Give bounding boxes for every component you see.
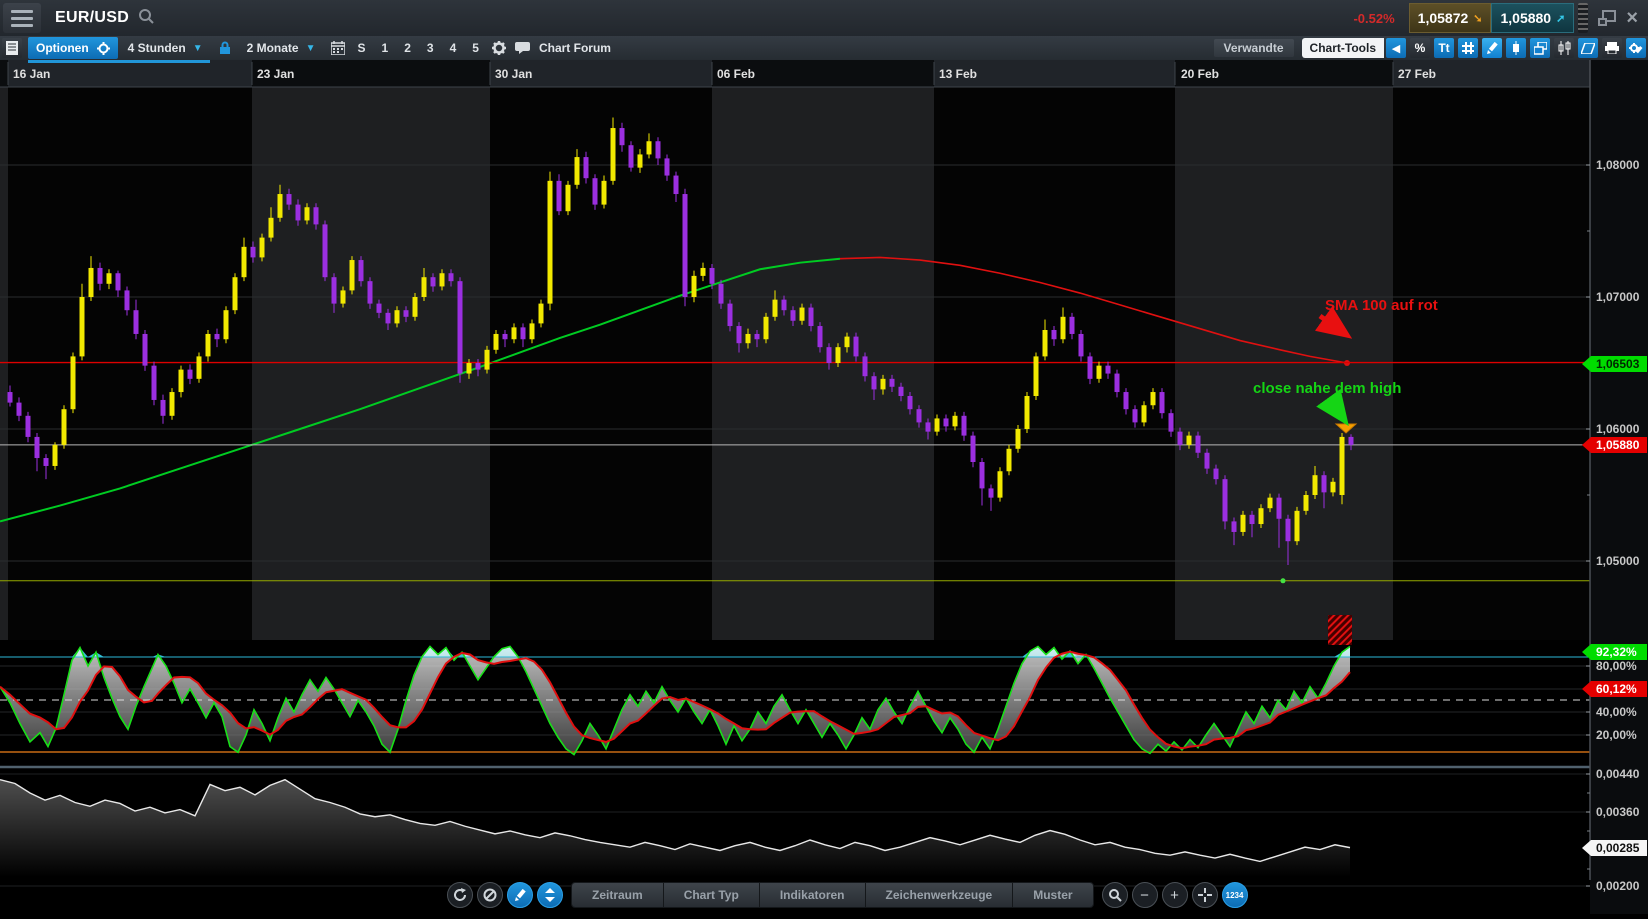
chart-panel: 16 Jan 23 Jan 30 Jan 06 Feb 13 Feb 20 Feb 27 F… bbox=[0, 60, 1648, 914]
interval-value: 4 Stunden bbox=[128, 41, 186, 55]
menu-icon[interactable] bbox=[3, 3, 41, 33]
week-bands bbox=[0, 60, 1590, 914]
range-dropdown[interactable]: 2 Monate ▼ bbox=[237, 41, 326, 55]
gear-icon[interactable] bbox=[489, 38, 509, 58]
period-S-button[interactable]: S bbox=[350, 41, 374, 55]
percent-icon[interactable]: % bbox=[1410, 38, 1430, 58]
sell-price-button[interactable]: 1,05872 ➘ bbox=[1409, 3, 1492, 33]
lock-icon[interactable] bbox=[215, 38, 235, 58]
sell-arrow-icon: ➘ bbox=[1473, 12, 1482, 25]
candle-type-icon[interactable] bbox=[1506, 38, 1526, 58]
price-axis: 1,08000 1,07000 1,06000 1,05000 80,00% 40,00%… bbox=[1582, 60, 1648, 914]
muster-button[interactable]: Muster bbox=[1013, 883, 1092, 907]
zoom-icon[interactable] bbox=[1102, 882, 1128, 908]
crosshair-icon[interactable] bbox=[1192, 882, 1218, 908]
chart-canvas[interactable]: 16 Jan 23 Jan 30 Jan 06 Feb 13 Feb 20 Feb 27 F… bbox=[0, 60, 1648, 914]
text-tool-icon[interactable]: Tt bbox=[1434, 38, 1454, 58]
related-button[interactable]: Verwandte bbox=[1214, 39, 1294, 57]
zoom-in-icon[interactable]: + bbox=[1162, 882, 1188, 908]
svg-text:0,00285: 0,00285 bbox=[1596, 841, 1640, 855]
period-5-button[interactable]: 5 bbox=[464, 41, 487, 55]
chart-bottom-toolbar: Zeitraum Chart Typ Indikatoren Zeichenwe… bbox=[447, 880, 1248, 910]
interval-dropdown[interactable]: 4 Stunden ▼ bbox=[118, 41, 213, 55]
period-4-button[interactable]: 4 bbox=[442, 41, 465, 55]
svg-text:0,00360: 0,00360 bbox=[1596, 805, 1640, 819]
svg-text:1,06000: 1,06000 bbox=[1596, 422, 1640, 436]
grid-icon[interactable] bbox=[1458, 38, 1478, 58]
sort-arrows-icon[interactable] bbox=[537, 882, 563, 908]
svg-text:0,00200: 0,00200 bbox=[1596, 879, 1640, 893]
search-icon[interactable] bbox=[137, 7, 155, 30]
svg-text:23 Jan: 23 Jan bbox=[257, 67, 294, 81]
svg-text:SMA 100 auf rot: SMA 100 auf rot bbox=[1325, 297, 1438, 314]
chart-typ-button[interactable]: Chart Typ bbox=[664, 883, 760, 907]
back-arrow-icon[interactable]: ◀ bbox=[1386, 38, 1406, 58]
buy-arrow-icon: ➚ bbox=[1556, 12, 1565, 25]
zeitraum-button[interactable]: Zeitraum bbox=[572, 883, 664, 907]
chart-menu-group: Zeitraum Chart Typ Indikatoren Zeichenwe… bbox=[571, 882, 1094, 908]
daily-change: -0.52% bbox=[1353, 11, 1394, 26]
svg-text:27 Feb: 27 Feb bbox=[1398, 67, 1436, 81]
eraser-icon[interactable] bbox=[1578, 38, 1598, 58]
pencil-icon[interactable] bbox=[507, 882, 533, 908]
svg-text:1,06503: 1,06503 bbox=[1596, 357, 1640, 371]
list-icon[interactable] bbox=[2, 38, 22, 58]
refresh-icon[interactable] bbox=[447, 882, 473, 908]
chevron-down-icon: ▼ bbox=[193, 43, 203, 54]
chat-bubble-icon[interactable] bbox=[513, 38, 533, 58]
svg-text:13 Feb: 13 Feb bbox=[939, 67, 977, 81]
svg-text:0,00440: 0,00440 bbox=[1596, 767, 1640, 781]
instrument-title: EUR/USD bbox=[55, 9, 129, 27]
draw-tool-icon[interactable] bbox=[1482, 38, 1502, 58]
svg-text:20 Feb: 20 Feb bbox=[1181, 67, 1219, 81]
svg-text:92,32%: 92,32% bbox=[1596, 645, 1637, 659]
calendar-icon[interactable] bbox=[328, 38, 348, 58]
svg-text:16 Jan: 16 Jan bbox=[13, 67, 50, 81]
chart-toolbar: Optionen 4 Stunden ▼ 2 Monate ▼ S 1 2 3 … bbox=[0, 36, 1648, 60]
close-icon[interactable]: × bbox=[1626, 8, 1638, 28]
period-2-button[interactable]: 2 bbox=[396, 41, 419, 55]
drag-handle[interactable] bbox=[1578, 3, 1588, 33]
chevron-down-icon: ▼ bbox=[306, 43, 316, 54]
svg-text:1,07000: 1,07000 bbox=[1596, 290, 1640, 304]
layout-windows-icon[interactable] bbox=[1530, 38, 1550, 58]
buy-price-button[interactable]: 1,05880 ➚ bbox=[1491, 3, 1574, 33]
svg-text:40,00%: 40,00% bbox=[1596, 705, 1637, 719]
restore-window-icon[interactable] bbox=[1596, 8, 1618, 28]
indikatoren-button[interactable]: Indikatoren bbox=[760, 883, 866, 907]
buy-price: 1,05880 bbox=[1500, 10, 1551, 26]
chart-forum-link[interactable]: Chart Forum bbox=[539, 41, 611, 55]
settings-draw-icon[interactable] bbox=[1626, 38, 1646, 58]
options-label: Optionen bbox=[36, 41, 89, 55]
svg-text:20,00%: 20,00% bbox=[1596, 728, 1637, 742]
candlestick-compare-icon[interactable] bbox=[1554, 38, 1574, 58]
disable-drawings-icon[interactable] bbox=[477, 882, 503, 908]
print-icon[interactable] bbox=[1602, 38, 1622, 58]
gear-icon bbox=[97, 42, 110, 55]
title-bar: EUR/USD -0.52% 1,05872 ➘ 1,05880 ➚ × bbox=[0, 0, 1648, 36]
svg-text:1,05000: 1,05000 bbox=[1596, 554, 1640, 568]
numpad-icon[interactable]: 1234 bbox=[1222, 882, 1248, 908]
svg-text:1,08000: 1,08000 bbox=[1596, 158, 1640, 172]
zeichenwerkzeuge-button[interactable]: Zeichenwerkzeuge bbox=[866, 883, 1014, 907]
svg-text:80,00%: 80,00% bbox=[1596, 659, 1637, 673]
svg-text:close nahe dem high: close nahe dem high bbox=[1253, 380, 1401, 397]
range-value: 2 Monate bbox=[247, 41, 299, 55]
svg-text:30 Jan: 30 Jan bbox=[495, 67, 532, 81]
svg-text:60,12%: 60,12% bbox=[1596, 682, 1637, 696]
options-button[interactable]: Optionen bbox=[28, 37, 118, 59]
period-3-button[interactable]: 3 bbox=[419, 41, 442, 55]
sell-price: 1,05872 bbox=[1418, 10, 1469, 26]
svg-text:06 Feb: 06 Feb bbox=[717, 67, 755, 81]
stoch-overflow-hatch bbox=[1328, 615, 1352, 645]
zoom-out-icon[interactable]: − bbox=[1132, 882, 1158, 908]
chart-tools-label: Chart-Tools bbox=[1302, 38, 1384, 58]
period-1-button[interactable]: 1 bbox=[374, 41, 397, 55]
svg-text:1,05880: 1,05880 bbox=[1596, 438, 1640, 452]
